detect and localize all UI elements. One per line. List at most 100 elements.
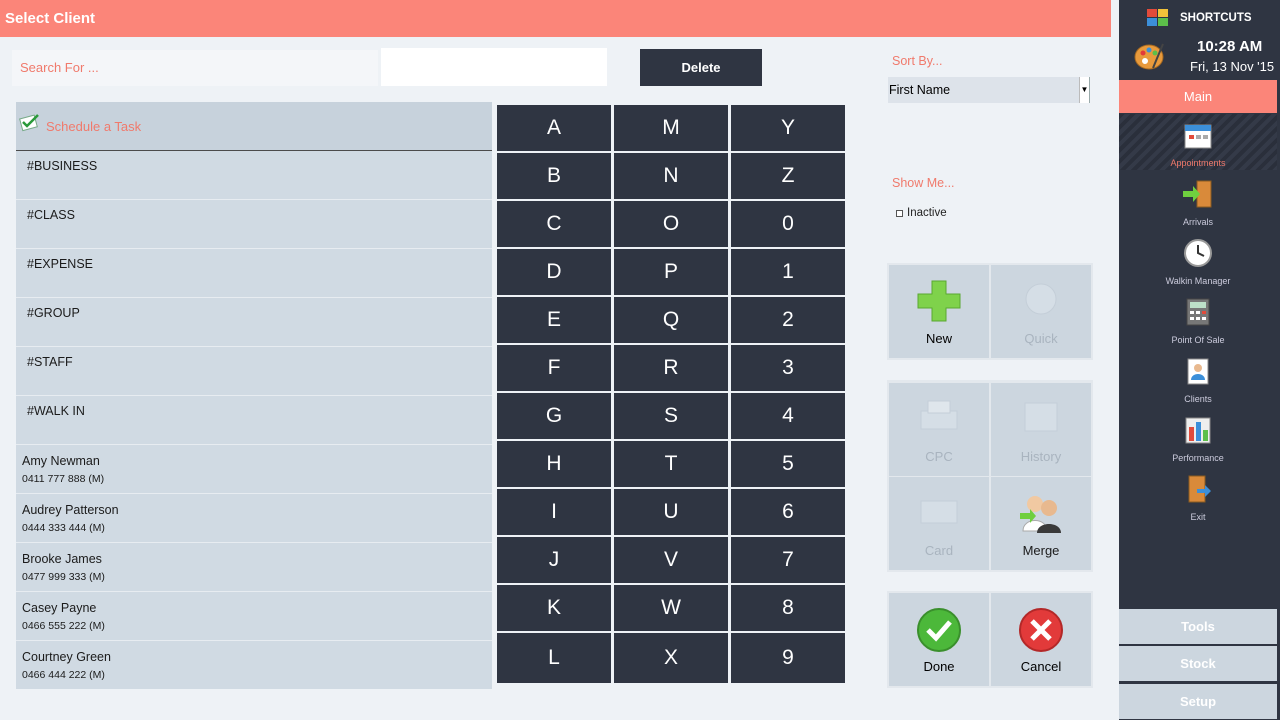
create-panel: New Quick (887, 263, 1093, 360)
key-u[interactable]: U (614, 489, 728, 535)
key-y[interactable]: Y (731, 105, 845, 151)
key-v[interactable]: V (614, 537, 728, 583)
key-x[interactable]: X (614, 633, 728, 683)
client-name: Brooke James (22, 552, 102, 566)
key-e[interactable]: E (497, 297, 611, 343)
client-name: Courtney Green (22, 650, 111, 664)
key-g[interactable]: G (497, 393, 611, 439)
list-item[interactable]: #GROUP (16, 298, 492, 347)
key-0[interactable]: 0 (731, 201, 845, 247)
nav-exit[interactable]: Exit (1119, 468, 1277, 524)
cancel-button[interactable]: Cancel (991, 593, 1091, 686)
nav-performance-label: Performance (1172, 453, 1224, 463)
key-m[interactable]: M (614, 105, 728, 151)
sort-by-label: Sort By... (892, 54, 943, 68)
merge-users-icon (1020, 496, 1061, 533)
key-4[interactable]: 4 (731, 393, 845, 439)
nav-arrivals[interactable]: Arrivals (1119, 173, 1277, 229)
dropdown-arrow-icon[interactable]: ▼ (1079, 77, 1089, 103)
shortcuts-header: SHORTCUTS (1147, 9, 1252, 26)
key-1[interactable]: 1 (731, 249, 845, 295)
nav-walkin-manager[interactable]: Walkin Manager (1119, 232, 1277, 288)
key-b[interactable]: B (497, 153, 611, 199)
key-l[interactable]: L (497, 633, 611, 683)
list-item[interactable]: Courtney Green 0466 444 222 (M) (16, 641, 492, 689)
nav-point-of-sale[interactable]: Point Of Sale (1119, 291, 1277, 347)
checkbox-icon[interactable] (896, 209, 903, 217)
history-button[interactable]: History (991, 383, 1091, 476)
schedule-task-row[interactable]: Schedule a Task (16, 102, 492, 151)
key-z[interactable]: Z (731, 153, 845, 199)
inactive-checkbox[interactable]: Inactive (896, 207, 947, 219)
client-card-icon (1187, 358, 1209, 385)
key-k[interactable]: K (497, 585, 611, 631)
key-9[interactable]: 9 (731, 633, 845, 683)
merge-button[interactable]: Merge (991, 477, 1091, 570)
list-item[interactable]: Amy Newman 0411 777 888 (M) (16, 445, 492, 494)
key-t[interactable]: T (614, 441, 728, 487)
delete-button[interactable]: Delete (640, 49, 762, 86)
key-h[interactable]: H (497, 441, 611, 487)
inactive-label: Inactive (907, 207, 947, 219)
nav-clients[interactable]: Clients (1119, 350, 1277, 406)
client-list: Schedule a Task #BUSINESS #CLASS #EXPENS… (16, 102, 492, 689)
list-item[interactable]: Audrey Patterson 0444 333 444 (M) (16, 494, 492, 543)
list-item[interactable]: #STAFF (16, 347, 492, 396)
checklist-icon (19, 114, 39, 132)
search-label: Search For ... (12, 50, 378, 86)
setup-tab[interactable]: Setup (1119, 684, 1277, 719)
key-n[interactable]: N (614, 153, 728, 199)
key-8[interactable]: 8 (731, 585, 845, 631)
search-input[interactable] (381, 48, 607, 86)
key-q[interactable]: Q (614, 297, 728, 343)
key-i[interactable]: I (497, 489, 611, 535)
main-tab[interactable]: Main (1119, 80, 1277, 113)
calendar-icon (1184, 124, 1212, 149)
key-6[interactable]: 6 (731, 489, 845, 535)
schedule-task-label: Schedule a Task (46, 119, 142, 134)
list-item[interactable]: #CLASS (16, 200, 492, 249)
show-me-label: Show Me... (892, 176, 955, 190)
alphanumeric-keypad: A M Y B N Z C O 0 D P 1 E Q 2 F R 3 G S … (497, 105, 845, 686)
list-item[interactable]: #WALK IN (16, 396, 492, 445)
history-label: History (1020, 449, 1062, 464)
key-c[interactable]: C (497, 201, 611, 247)
tools-tab[interactable]: Tools (1119, 609, 1277, 644)
key-a[interactable]: A (497, 105, 611, 151)
key-p[interactable]: P (614, 249, 728, 295)
key-s[interactable]: S (614, 393, 728, 439)
list-item[interactable]: #EXPENSE (16, 249, 492, 298)
clock-date: Fri, 13 Nov '15 (1190, 59, 1275, 74)
sort-by-select[interactable]: First Name ▼ (888, 77, 1090, 103)
checkmark-icon (917, 608, 961, 652)
key-3[interactable]: 3 (731, 345, 845, 391)
key-r[interactable]: R (614, 345, 728, 391)
key-j[interactable]: J (497, 537, 611, 583)
key-w[interactable]: W (614, 585, 728, 631)
quick-label: Quick (1024, 331, 1058, 346)
cpc-button[interactable]: CPC (889, 383, 989, 476)
key-f[interactable]: F (497, 345, 611, 391)
client-phone: 0444 333 444 (M) (22, 522, 105, 534)
key-5[interactable]: 5 (731, 441, 845, 487)
stock-tab[interactable]: Stock (1119, 646, 1277, 681)
quick-button[interactable]: Quick (991, 265, 1091, 358)
card-label: Card (924, 543, 954, 558)
nav-performance[interactable]: Performance (1119, 409, 1277, 465)
key-2[interactable]: 2 (731, 297, 845, 343)
done-button[interactable]: Done (889, 593, 989, 686)
key-d[interactable]: D (497, 249, 611, 295)
done-label: Done (923, 659, 955, 674)
key-o[interactable]: O (614, 201, 728, 247)
new-button[interactable]: New (889, 265, 989, 358)
clock-time: 10:28 AM (1197, 38, 1263, 55)
cancel-x-icon (1019, 608, 1063, 652)
key-7[interactable]: 7 (731, 537, 845, 583)
card-button[interactable]: Card (889, 477, 989, 570)
list-item[interactable]: #BUSINESS (16, 151, 492, 200)
clock: 10:28 AM Fri, 13 Nov '15 (1133, 38, 1280, 78)
list-item[interactable]: Brooke James 0477 999 333 (M) (16, 543, 492, 592)
list-item[interactable]: Casey Payne 0466 555 222 (M) (16, 592, 492, 641)
nav-appointments[interactable]: Appointments (1119, 114, 1277, 170)
nav-exit-label: Exit (1190, 512, 1206, 522)
